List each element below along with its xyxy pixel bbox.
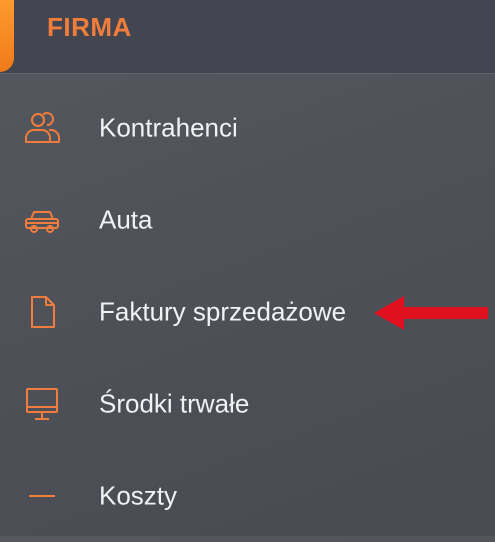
sidebar-item-srodki-trwale[interactable]: Środki trwałe bbox=[0, 358, 495, 450]
users-icon bbox=[22, 108, 62, 148]
section-title: FIRMA bbox=[47, 12, 132, 42]
sidebar-item-label: Kontrahenci bbox=[99, 112, 238, 143]
minus-icon bbox=[22, 476, 62, 516]
sidebar-item-auta[interactable]: Auta bbox=[0, 174, 495, 266]
document-icon bbox=[22, 292, 62, 332]
monitor-icon bbox=[22, 384, 62, 424]
sidebar-item-label: Koszty bbox=[99, 480, 178, 511]
sidebar-item-kontrahenci[interactable]: Kontrahenci bbox=[0, 82, 495, 174]
car-icon bbox=[22, 200, 62, 240]
section-header: FIRMA bbox=[0, 0, 495, 74]
annotation-arrow-icon bbox=[374, 296, 488, 330]
sidebar-item-koszty[interactable]: Koszty bbox=[0, 450, 495, 542]
sidebar-item-label: Środki trwałe bbox=[99, 388, 250, 419]
sidebar-item-label: Auta bbox=[99, 204, 153, 235]
sidebar-item-label: Faktury sprzedażowe bbox=[99, 296, 347, 327]
header-accent-bar bbox=[0, 0, 14, 72]
